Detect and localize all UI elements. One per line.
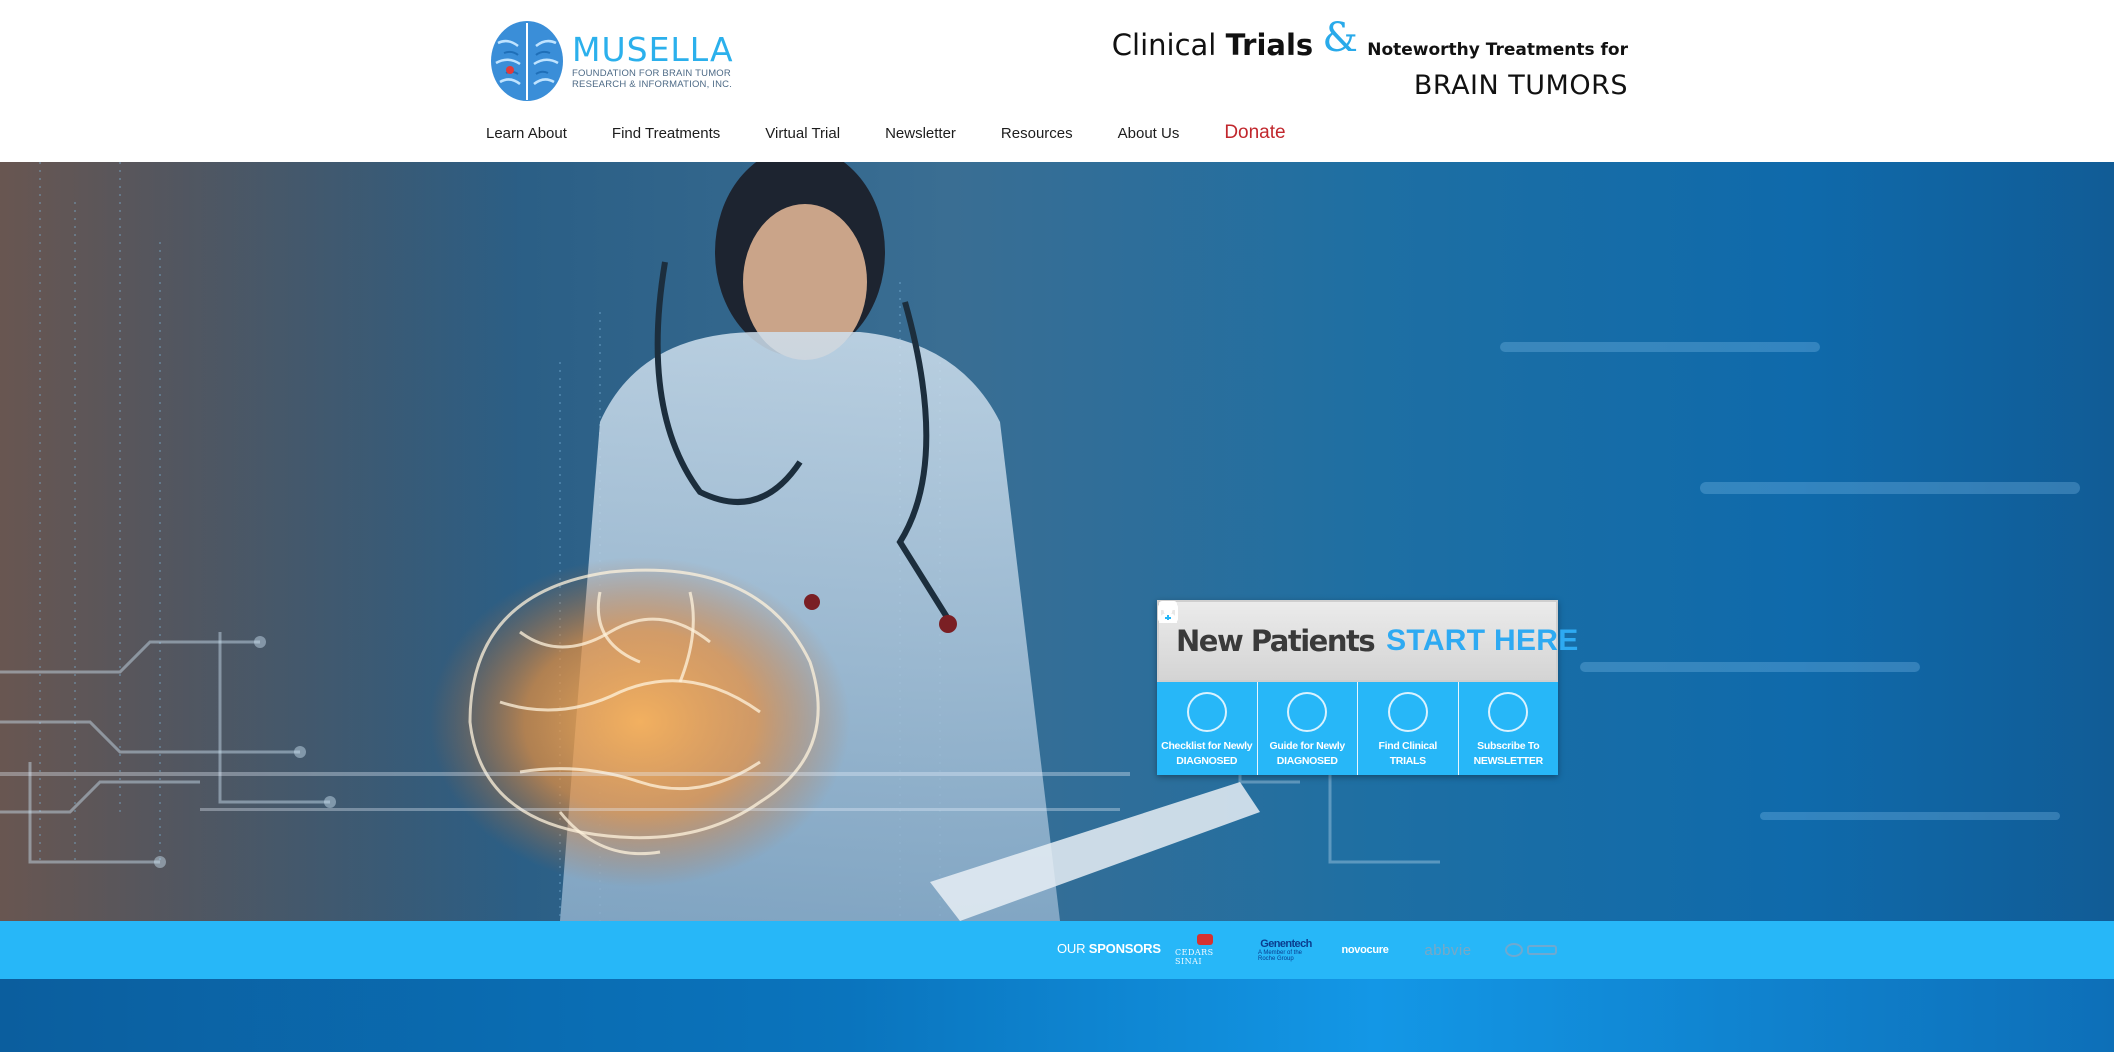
new-patients-panel: New Patients START HERE Checklist for Ne… (1157, 600, 1578, 775)
tile-newsletter-line1: Subscribe To (1477, 740, 1540, 752)
nav-find-treatments[interactable]: Find Treatments (612, 125, 720, 142)
next-section-background (0, 979, 2114, 1052)
sponsor-5-logo-icon (1505, 943, 1557, 957)
main-navigation: Learn About Find Treatments Virtual Tria… (486, 118, 1286, 148)
site-tagline: Clinical Trials & Noteworthy Treatments … (1111, 18, 1628, 102)
tile-guide-newly-diagnosed[interactable]: Guide for Newly DIAGNOSED (1159, 602, 1358, 775)
sponsors-bar: OUR SPONSORS CEDARS SINAI Genentech A Me… (0, 921, 2114, 979)
tile-trials-line1: Find Clinical (1378, 740, 1438, 752)
brain-logo-icon (488, 18, 566, 104)
sponsor-cedars-sinai-logo[interactable]: CEDARS SINAI (1175, 934, 1235, 966)
nav-resources[interactable]: Resources (1001, 125, 1073, 142)
calendar-icon (1158, 602, 1529, 732)
checklist-icon (1159, 601, 1227, 732)
tile-subscribe-newsletter[interactable]: Subscribe To NEWSLETTER (1158, 602, 1558, 775)
tagline-clinical: Clinical (1111, 28, 1217, 62)
abbvie-text: abbvie (1424, 941, 1472, 959)
sponsor-genentech-logo[interactable]: Genentech A Member of the Roche Group (1258, 934, 1314, 966)
tagline-brain-tumors: BRAIN TUMORS (1413, 70, 1628, 101)
hero-banner: New Patients START HERE Checklist for Ne… (0, 162, 2114, 921)
sponsors-heading-sponsors: SPONSORS (1088, 941, 1161, 956)
new-patients-title: New Patients (1176, 624, 1376, 658)
tile-find-clinical-trials[interactable]: Find Clinical TRIALS (1159, 602, 1459, 775)
brand-subtitle-2: RESEARCH & INFORMATION, INC. (572, 79, 733, 90)
nav-about-us[interactable]: About Us (1118, 125, 1180, 142)
tile-newsletter-line2: NEWSLETTER (1473, 755, 1544, 767)
brand-name: MUSELLA (572, 30, 734, 69)
nav-newsletter[interactable]: Newsletter (885, 125, 956, 142)
sponsor-logo-5[interactable] (1502, 934, 1562, 966)
doctor-icon (1159, 602, 1428, 732)
site-header: MUSELLA FOUNDATION FOR BRAIN TUMOR RESEA… (0, 0, 2114, 162)
genentech-text: Genentech (1260, 938, 1312, 950)
musella-logo[interactable]: MUSELLA FOUNDATION FOR BRAIN TUMOR RESEA… (488, 16, 733, 106)
cedars-sinai-icon (1197, 934, 1213, 945)
genentech-subtext: A Member of the Roche Group (1258, 950, 1303, 962)
tile-checklist-newly-diagnosed[interactable]: Checklist for Newly DIAGNOSED (1157, 601, 1258, 775)
tagline-trials: Trials (1225, 28, 1314, 62)
tagline-ampersand: & (1322, 15, 1358, 61)
sponsor-novocure-logo[interactable]: novocure (1336, 934, 1394, 966)
sponsors-heading-our: OUR (1057, 941, 1086, 956)
brand-subtitle-1: FOUNDATION FOR BRAIN TUMOR (572, 68, 731, 79)
tile-checklist-line2: DIAGNOSED (1176, 755, 1238, 767)
tagline-treatments: Noteworthy Treatments for (1367, 40, 1628, 60)
hero-background-image (0, 162, 2080, 921)
new-patients-header[interactable]: New Patients START HERE (1157, 600, 1578, 682)
tile-trials-line2: TRIALS (1389, 755, 1426, 767)
tile-guide-line2: DIAGNOSED (1276, 755, 1338, 767)
cedars-sinai-text: CEDARS SINAI (1175, 948, 1214, 966)
tile-guide-line1: Guide for Newly (1269, 740, 1346, 752)
nav-virtual-trial[interactable]: Virtual Trial (765, 125, 840, 142)
donate-link[interactable]: Donate (1224, 122, 1285, 144)
start-here-label: START HERE (1386, 624, 1579, 657)
sponsor-abbvie-logo[interactable]: abbvie (1418, 934, 1478, 966)
nav-learn-about[interactable]: Learn About (486, 125, 567, 142)
guide-icon (1159, 602, 1328, 732)
sponsors-heading: OUR SPONSORS (1057, 941, 1161, 956)
novocure-text: novocure (1341, 944, 1389, 956)
tile-checklist-line1: Checklist for Newly (1161, 740, 1253, 752)
